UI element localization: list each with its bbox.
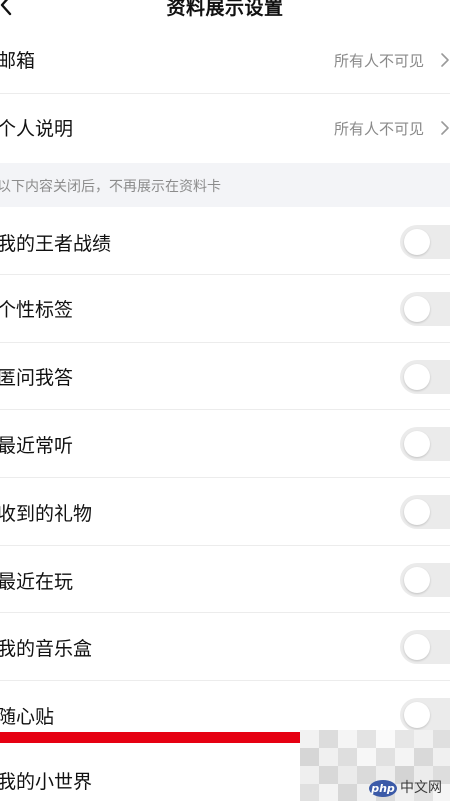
watermark-text: 中文网 [400,780,442,796]
row-label: 最近常听 [0,435,74,457]
toggle-knob [404,296,430,322]
toggle-knob [404,702,430,728]
row-toggle-music-box: 我的音乐盒 [0,613,450,681]
row-toggle-recently-listened: 最近常听 [0,410,450,478]
page-title: 资料展示设置 [166,0,284,19]
toggle-knob [404,634,430,660]
chevron-right-icon [441,53,449,67]
toggle-switch[interactable] [400,360,450,394]
row-label: 个人说明 [0,118,74,140]
row-email[interactable]: 邮箱 所有人不可见 [0,28,450,94]
visibility-value: 所有人不可见 [333,52,424,70]
row-label: 随心贴 [0,706,55,728]
row-label: 最近在玩 [0,571,74,593]
toggle-knob [404,229,430,255]
row-toggle-honor-of-kings: 我的王者战绩 [0,207,450,275]
toggle-knob [404,431,430,457]
red-highlight-bar [0,732,300,743]
row-label: 收到的礼物 [0,503,93,525]
toggle-knob [404,364,430,390]
toggle-knob [404,567,430,593]
section-note: 以下内容关闭后，不再展示在资料卡 [0,163,450,207]
row-toggle-anonymous-qa: 匿问我答 [0,343,450,410]
toggle-switch[interactable] [400,698,450,732]
section-note-text: 以下内容关闭后，不再展示在资料卡 [0,179,221,195]
screen: 资料展示设置 邮箱 所有人不可见 个人说明 所有人不可见 以下内容关闭后，不再展… [0,0,450,801]
toggle-switch[interactable] [400,427,450,461]
row-label: 我的小世界 [0,771,93,793]
toggle-switch[interactable] [400,630,450,664]
row-toggle-recently-played: 最近在玩 [0,546,450,613]
row-personal-description[interactable]: 个人说明 所有人不可见 [0,94,450,163]
row-toggle-personal-tags: 个性标签 [0,275,450,343]
visibility-value: 所有人不可见 [333,120,424,138]
toggle-switch[interactable] [400,292,450,326]
php-watermark-logo: php 中文网 [369,780,447,800]
watermark-php-badge: php [369,780,397,797]
toggle-knob [404,499,430,525]
toggle-switch[interactable] [400,225,450,259]
chevron-right-icon [441,121,449,135]
row-label: 个性标签 [0,299,74,321]
nav-header: 资料展示设置 [0,0,450,28]
toggle-switch[interactable] [400,563,450,597]
row-label: 匿问我答 [0,367,74,389]
row-label: 邮箱 [0,50,36,72]
row-toggle-received-gifts: 收到的礼物 [0,478,450,546]
row-label: 我的王者战绩 [0,233,112,255]
toggle-switch[interactable] [400,495,450,529]
row-label: 我的音乐盒 [0,638,93,660]
row-toggle-sticker: 随心贴 [0,681,450,732]
